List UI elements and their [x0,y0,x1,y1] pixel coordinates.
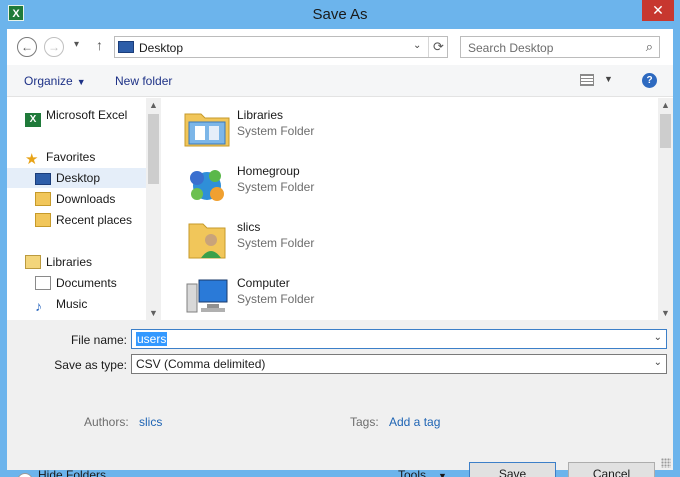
up-button[interactable]: ↑ [96,37,103,53]
resize-grip[interactable] [661,458,671,468]
music-icon: ♪ [35,298,42,314]
hide-folders-button[interactable]: ▲ Hide Folders [17,468,106,477]
list-item[interactable]: Libraries System Folder [183,102,623,154]
dialog-body: ← → ▾ ↑ Desktop ⌄ ⟳ Search Desktop ⌕ Org… [7,29,673,477]
sidebar-item-label: Downloads [56,192,116,206]
file-type: System Folder [237,124,315,138]
desktop-icon [118,41,134,53]
tools-menu[interactable]: Tools ▼ [398,468,447,477]
authors-field[interactable]: slics [139,415,162,429]
navigation-pane: X Microsoft Excel ★ Favorites Desktop Down… [7,98,161,320]
view-options-dropdown[interactable]: ▼ [604,74,613,84]
dialog-title: Save As [312,6,368,23]
sidebar-item-label: Documents [56,276,117,290]
authors-label: Authors: [84,415,129,429]
address-bar[interactable]: Desktop ⌄ ⟳ [114,36,448,58]
list-item[interactable]: Homegroup System Folder [183,158,623,210]
change-view-icon[interactable] [580,74,594,86]
chevron-down-icon: ▼ [76,77,86,87]
list-item[interactable]: slics System Folder [183,214,623,266]
file-type: System Folder [237,292,315,306]
sidebar-item-documents[interactable]: Documents [35,273,117,293]
scroll-down-icon[interactable]: ▼ [146,308,161,318]
navigation-bar: ← → ▾ ↑ Desktop ⌄ ⟳ Search Desktop ⌕ [7,29,673,65]
forward-button[interactable]: → [44,37,64,57]
scroll-up-icon[interactable]: ▲ [658,100,673,110]
sidebar-item-libraries[interactable]: Libraries [25,252,92,272]
address-text: Desktop [139,41,184,55]
sidebar-item-label: Microsoft Excel [46,108,128,122]
navigation-pane-scrollbar[interactable]: ▲ ▼ [146,98,161,320]
recent-locations-dropdown[interactable]: ▾ [74,39,79,50]
star-icon: ★ [25,151,39,168]
file-type: System Folder [237,180,315,194]
libraries-icon [25,255,41,269]
save-as-type-label: Save as type: [54,358,127,372]
title-bar[interactable]: X Save As ✕ [0,0,680,28]
sidebar-item-recent-places[interactable]: Recent places [35,210,132,230]
new-folder-button[interactable]: New folder [115,74,172,88]
file-list: Libraries System Folder Homegroup System… [161,98,658,320]
file-type: System Folder [237,236,315,250]
documents-icon [35,276,51,290]
chevron-down-icon[interactable]: ⌄ [654,332,662,343]
user-folder-icon [188,223,226,259]
chevron-down-icon[interactable]: ⌄ [654,357,662,368]
organize-label: Organize [24,74,73,88]
sidebar-item-label: Favorites [46,150,96,164]
sidebar-item-downloads[interactable]: Downloads [35,189,115,209]
save-as-type-value: CSV (Comma delimited) [136,357,266,371]
search-input[interactable]: Search Desktop ⌕ [460,36,660,58]
save-button[interactable]: Save [469,462,556,477]
file-name: slics [237,220,261,234]
libraries-folder-icon [184,113,230,147]
sidebar-item-music[interactable]: ♪ Music [35,294,87,314]
scroll-up-icon[interactable]: ▲ [146,100,161,110]
help-icon[interactable]: ? [642,73,657,88]
downloads-icon [35,192,51,206]
sidebar-item-desktop[interactable]: Desktop [7,168,146,188]
chevron-down-icon: ▼ [438,471,447,477]
file-name: Homegroup [237,164,300,178]
chevron-up-icon: ▲ [17,473,33,477]
file-name-value: users [136,332,168,346]
search-placeholder: Search Desktop [468,41,554,55]
search-icon[interactable]: ⌕ [646,39,653,55]
scroll-down-icon[interactable]: ▼ [658,308,673,318]
desktop-icon [35,173,51,185]
sidebar-item-microsoft-excel[interactable]: X Microsoft Excel [25,105,128,127]
sidebar-item-label: Desktop [56,171,101,185]
file-name-label: File name: [70,333,127,347]
recent-places-icon [35,213,51,227]
organize-menu[interactable]: Organize ▼ [24,74,86,88]
tools-label: Tools [398,468,427,477]
sidebar-item-favorites[interactable]: ★ Favorites [25,147,95,167]
scrollbar-thumb[interactable] [148,114,159,184]
back-button[interactable]: ← [17,37,37,57]
refresh-button[interactable]: ⟳ [428,37,448,57]
excel-icon: X [25,113,41,127]
tags-field[interactable]: Add a tag [389,415,440,429]
file-list-scrollbar[interactable]: ▲ ▼ [658,98,673,320]
file-name-field[interactable]: users ⌄ [131,329,667,349]
homegroup-icon [190,170,224,201]
save-options-panel: File name: users ⌄ Save as type: CSV (Co… [7,320,673,477]
sidebar-item-label: Music [56,297,88,311]
save-as-dialog: X Save As ✕ ← → ▾ ↑ Desktop ⌄ ⟳ Search D… [0,0,680,477]
list-item[interactable]: Computer System Folder [183,270,623,320]
computer-icon [186,279,228,313]
file-name: Libraries [237,108,284,122]
file-name: Computer [237,276,290,290]
cancel-button[interactable]: Cancel [568,462,655,477]
command-toolbar: Organize ▼ New folder ▼ ? [7,65,673,97]
hide-folders-label: Hide Folders [38,468,107,477]
close-button[interactable]: ✕ [642,0,674,21]
address-dropdown-icon[interactable]: ⌄ [413,40,421,51]
scrollbar-thumb[interactable] [660,114,671,148]
sidebar-item-label: Libraries [46,255,93,269]
save-as-type-select[interactable]: CSV (Comma delimited) ⌄ [131,354,667,374]
tags-label: Tags: [350,415,379,429]
sidebar-item-label: Recent places [56,213,133,227]
